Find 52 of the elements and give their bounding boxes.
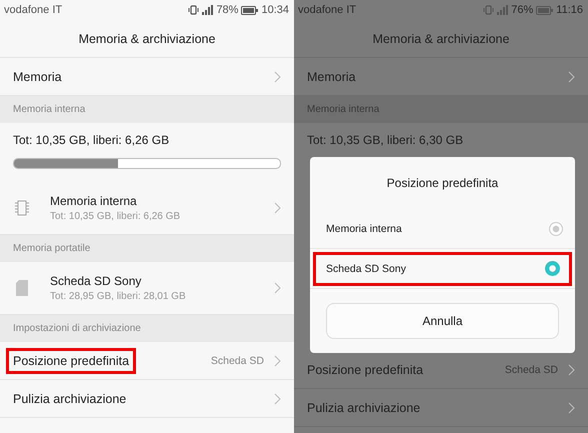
row-label: Memoria xyxy=(307,68,357,86)
carrier-name: vodafone IT xyxy=(298,4,356,16)
screen-title: Memoria & archiviazione xyxy=(78,32,216,46)
chevron-icon xyxy=(568,402,575,414)
cancel-button[interactable]: Annulla xyxy=(326,303,559,339)
carrier-name: vodafone IT xyxy=(4,4,62,16)
chevron-icon xyxy=(274,202,281,214)
battery-icon xyxy=(241,6,258,14)
option-label: Memoria interna xyxy=(326,222,402,234)
storage-name: Scheda SD Sony xyxy=(50,274,142,288)
row-label: Posizione predefinita xyxy=(9,350,134,370)
settings-row[interactable]: Posizione predefinita Scheda SD xyxy=(0,342,294,380)
dialog-title: Posizione predefinita xyxy=(386,176,498,190)
storage-summary: Tot: 10,35 GB, liberi: 6,26 GB xyxy=(13,133,170,147)
vibrate-icon xyxy=(188,5,200,15)
chevron-icon xyxy=(568,70,575,82)
section-header: Memoria interna xyxy=(13,104,86,115)
radio-button[interactable] xyxy=(545,261,560,276)
sd-card-icon xyxy=(13,280,31,296)
storage-detail: Tot: 28,95 GB, liberi: 28,01 GB xyxy=(50,291,187,302)
vibrate-icon xyxy=(483,5,494,15)
chevron-icon xyxy=(274,70,281,82)
battery-percent: 78% xyxy=(216,4,238,16)
storage-name: Memoria interna xyxy=(50,194,138,208)
signal-icon xyxy=(497,5,508,15)
row-value: Scheda SD xyxy=(504,364,558,376)
signal-icon xyxy=(202,5,214,15)
row-label: Pulizia archiviazione xyxy=(13,390,128,408)
row-label: Posizione predefinita xyxy=(307,362,424,379)
clock: 11:16 xyxy=(556,4,583,16)
option-label: Scheda SD Sony xyxy=(326,262,406,274)
battery-percent: 76% xyxy=(511,4,534,16)
storage-summary: Tot: 10,35 GB, liberi: 6,30 GB xyxy=(307,133,464,147)
row-label: Pulizia archiviazione xyxy=(307,400,422,416)
storage-detail: Tot: 10,35 GB, liberi: 6,26 GB xyxy=(50,211,182,222)
settings-row[interactable]: Posizione predefinita Scheda SD xyxy=(294,351,588,389)
section-header: Memoria portatile xyxy=(13,243,90,254)
row-label: Memoria xyxy=(13,68,63,86)
screen-title: Memoria & archiviazione xyxy=(372,32,510,46)
chevron-icon xyxy=(274,354,281,366)
chevron-icon xyxy=(274,282,281,294)
settings-row[interactable]: Pulizia archiviazione xyxy=(294,389,588,427)
chevron-icon xyxy=(274,392,281,404)
battery-icon xyxy=(536,6,554,14)
radio-option[interactable]: Memoria interna xyxy=(310,209,575,249)
chip-icon xyxy=(13,199,31,217)
section-header: Impostazioni di archiviazione xyxy=(13,323,141,334)
chevron-icon xyxy=(568,364,575,376)
radio-option[interactable]: Scheda SD Sony xyxy=(310,249,575,289)
radio-button[interactable] xyxy=(549,222,563,236)
clock: 10:34 xyxy=(261,4,289,16)
row-value: Scheda SD xyxy=(210,354,264,366)
